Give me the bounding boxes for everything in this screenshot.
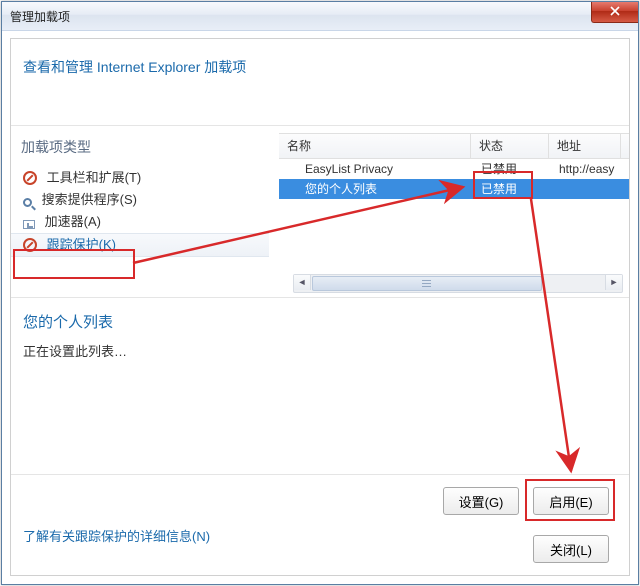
horizontal-scrollbar[interactable]: ◄ ► (293, 274, 623, 293)
column-header-address[interactable]: 地址 (549, 134, 621, 158)
list-row-selected[interactable]: 您的个人列表 已禁用 (279, 179, 629, 199)
block-icon (23, 238, 37, 252)
manage-addons-window: 管理加载项 查看和管理 Internet Explorer 加载项 加载项类型 … (1, 1, 639, 585)
column-header-name[interactable]: 名称 (279, 134, 471, 158)
cell-name: EasyList Privacy (305, 159, 481, 179)
cell-address: http://easy (559, 159, 639, 179)
sidebar: 加载项类型 工具栏和扩展(T) 搜索提供程序(S) 加速器(A) 跟踪保护(K) (11, 133, 269, 257)
sidebar-title: 加载项类型 (21, 137, 269, 157)
window-close-button[interactable] (591, 2, 638, 23)
sidebar-item-tracking-protection[interactable]: 跟踪保护(K) (11, 233, 269, 257)
enable-button[interactable]: 启用(E) (533, 487, 609, 515)
divider (11, 474, 629, 475)
list-rows: EasyList Privacy 已禁用 http://easy 您的个人列表 … (279, 159, 629, 199)
intro-text: 查看和管理 Internet Explorer 加载项 (23, 57, 246, 77)
sidebar-item-search-providers[interactable]: 搜索提供程序(S) (11, 189, 269, 211)
sidebar-item-label: 跟踪保护(K) (47, 237, 116, 252)
close-button[interactable]: 关闭(L) (533, 535, 609, 563)
close-icon (610, 6, 620, 16)
list-header: 名称 状态 地址 (279, 133, 629, 159)
scroll-right-button[interactable]: ► (605, 275, 622, 290)
learn-more-link[interactable]: 了解有关跟踪保护的详细信息(N) (23, 526, 210, 545)
sidebar-item-label: 工具栏和扩展(T) (47, 170, 142, 185)
content-pane: 查看和管理 Internet Explorer 加载项 加载项类型 工具栏和扩展… (10, 38, 630, 576)
sidebar-item-accelerators[interactable]: 加速器(A) (11, 211, 269, 233)
titlebar: 管理加载项 (2, 2, 638, 31)
cell-address (559, 179, 639, 199)
column-header-status[interactable]: 状态 (471, 134, 549, 158)
cell-name: 您的个人列表 (305, 179, 481, 199)
addon-list: 名称 状态 地址 EasyList Privacy 已禁用 http://eas… (279, 133, 629, 295)
sidebar-item-label: 加速器(A) (45, 214, 101, 229)
list-row[interactable]: EasyList Privacy 已禁用 http://easy (279, 159, 629, 179)
cell-status: 已禁用 (481, 159, 553, 179)
detail-title: 您的个人列表 (23, 311, 113, 332)
sidebar-item-toolbars[interactable]: 工具栏和扩展(T) (11, 167, 269, 189)
settings-button[interactable]: 设置(G) (443, 487, 519, 515)
block-icon (23, 171, 37, 185)
divider (11, 125, 629, 126)
scroll-left-button[interactable]: ◄ (294, 275, 311, 290)
accelerator-icon (23, 220, 35, 229)
cell-status: 已禁用 (481, 179, 553, 199)
sidebar-item-label: 搜索提供程序(S) (42, 192, 137, 207)
divider (11, 297, 629, 298)
window-title: 管理加载项 (10, 8, 70, 25)
scroll-thumb[interactable] (312, 276, 542, 291)
search-icon (23, 198, 32, 207)
detail-subtitle: 正在设置此列表… (23, 341, 127, 360)
